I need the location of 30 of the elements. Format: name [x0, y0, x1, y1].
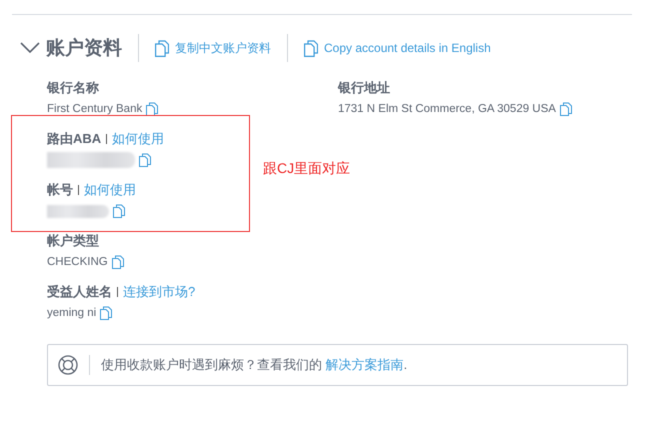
chevron-icon[interactable]	[20, 42, 40, 54]
help-link[interactable]: 如何使用	[112, 130, 164, 148]
help-link[interactable]: 如何使用	[84, 181, 136, 199]
copy-details-button[interactable]: 复制中文账户资料	[155, 40, 271, 56]
lifebuoy-icon	[58, 355, 78, 375]
field-label: 银行名称	[47, 79, 99, 97]
copy-icon[interactable]	[139, 153, 151, 167]
copy-icon[interactable]	[560, 102, 572, 116]
field-label: 帐户类型	[47, 232, 99, 250]
field-value: CHECKING	[47, 256, 108, 268]
help-text: 使用收款账户时遇到麻烦？查看我们的 解决方案指南.	[101, 356, 408, 374]
section-title: 账户资料	[46, 36, 122, 61]
copy-icon	[155, 40, 169, 56]
field-label: 帐号	[47, 181, 73, 199]
field-label: 银行地址	[338, 79, 390, 97]
copy-icon[interactable]	[112, 255, 124, 269]
field-value: First Century Bank	[47, 103, 142, 115]
redacted-value	[47, 204, 109, 218]
copy-icon	[304, 40, 318, 56]
field-value: 1731 N Elm St Commerce, GA 30529 USA	[338, 103, 556, 115]
annotation-text: 跟CJ里面对应	[263, 160, 350, 178]
copy-icon[interactable]	[100, 306, 112, 320]
help-link[interactable]: 连接到市场?	[123, 283, 196, 301]
copy-icon[interactable]	[113, 204, 125, 218]
field-label: 受益人姓名	[47, 283, 112, 301]
field-label: 路由ABA	[47, 130, 102, 148]
copy-icon[interactable]	[146, 102, 158, 116]
copy-details-button[interactable]: Copy account details in English	[304, 40, 491, 56]
field-value: yeming ni	[47, 307, 96, 319]
solution-guide-link[interactable]: 解决方案指南	[326, 357, 404, 372]
